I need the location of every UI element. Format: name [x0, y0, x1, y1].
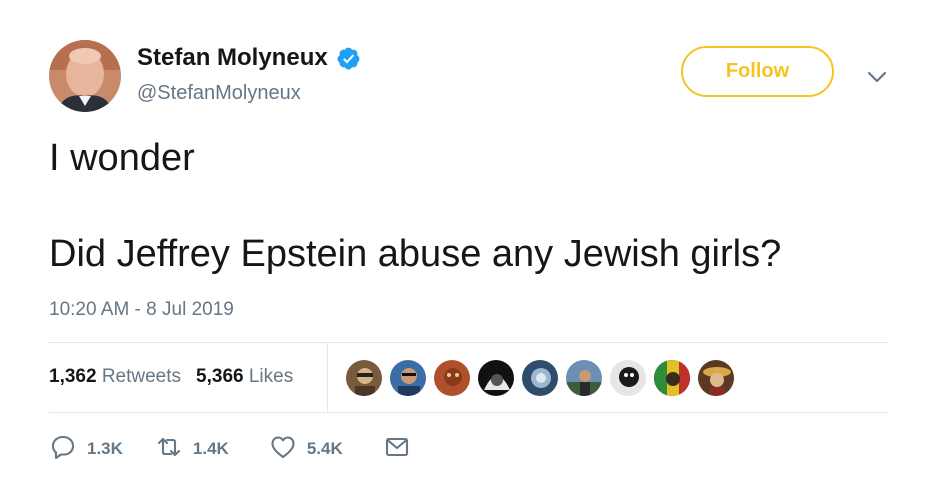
retweets-label: Retweets	[101, 366, 182, 387]
liker-avatar[interactable]	[389, 359, 427, 397]
reply-button[interactable]: 1.3K	[49, 433, 123, 466]
tweet-timestamp[interactable]: 10:20 AM - 8 Jul 2019	[49, 298, 234, 322]
reply-icon	[49, 433, 77, 466]
retweet-icon	[155, 433, 183, 466]
author-avatar[interactable]	[49, 40, 121, 112]
liker-avatar[interactable]	[609, 359, 647, 397]
retweets-stat[interactable]: 1,362 Retweets	[49, 366, 181, 388]
tweet-text-line-1: I wonder	[49, 137, 195, 179]
liker-avatars	[345, 358, 741, 398]
liker-avatar[interactable]	[477, 359, 515, 397]
envelope-icon	[383, 433, 411, 466]
retweet-count: 1.4K	[192, 439, 229, 458]
tweet-text-line-2: Did Jeffrey Epstein abuse any Jewish gir…	[49, 233, 782, 275]
liker-avatar[interactable]	[521, 359, 559, 397]
retweets-count: 1,362	[49, 366, 97, 387]
verified-badge-icon	[336, 46, 361, 71]
stats-divider-bottom	[49, 412, 889, 413]
tweet-stats: 1,362 Retweets 5,366 Likes	[49, 342, 308, 412]
likes-stat[interactable]: 5,366 Likes	[196, 366, 293, 388]
likes-label: Likes	[248, 366, 294, 387]
tweet-text: I wonder Did Jeffrey Epstein abuse any J…	[49, 134, 889, 278]
reply-count: 1.3K	[87, 439, 123, 458]
stats-vertical-divider	[327, 343, 328, 412]
direct-message-button[interactable]	[383, 433, 411, 466]
like-count: 5.4K	[306, 439, 343, 458]
author-name-row[interactable]: Stefan Molyneux	[137, 43, 361, 73]
retweet-button[interactable]: 1.4K	[155, 433, 229, 466]
liker-avatar[interactable]	[653, 359, 691, 397]
author-display-name[interactable]: Stefan Molyneux	[137, 43, 328, 73]
liker-avatar[interactable]	[697, 359, 735, 397]
tweet-action-bar: 1.3K 1.4K 5.4K	[49, 432, 411, 466]
heart-icon	[269, 433, 297, 466]
like-button[interactable]: 5.4K	[269, 433, 343, 466]
liker-avatar[interactable]	[565, 359, 603, 397]
follow-button[interactable]: Follow	[681, 46, 834, 97]
likes-count: 5,366	[196, 366, 244, 387]
liker-avatar[interactable]	[345, 359, 383, 397]
liker-avatar[interactable]	[433, 359, 471, 397]
author-handle[interactable]: @StefanMolyneux	[137, 80, 301, 106]
chevron-down-icon[interactable]	[866, 66, 888, 88]
